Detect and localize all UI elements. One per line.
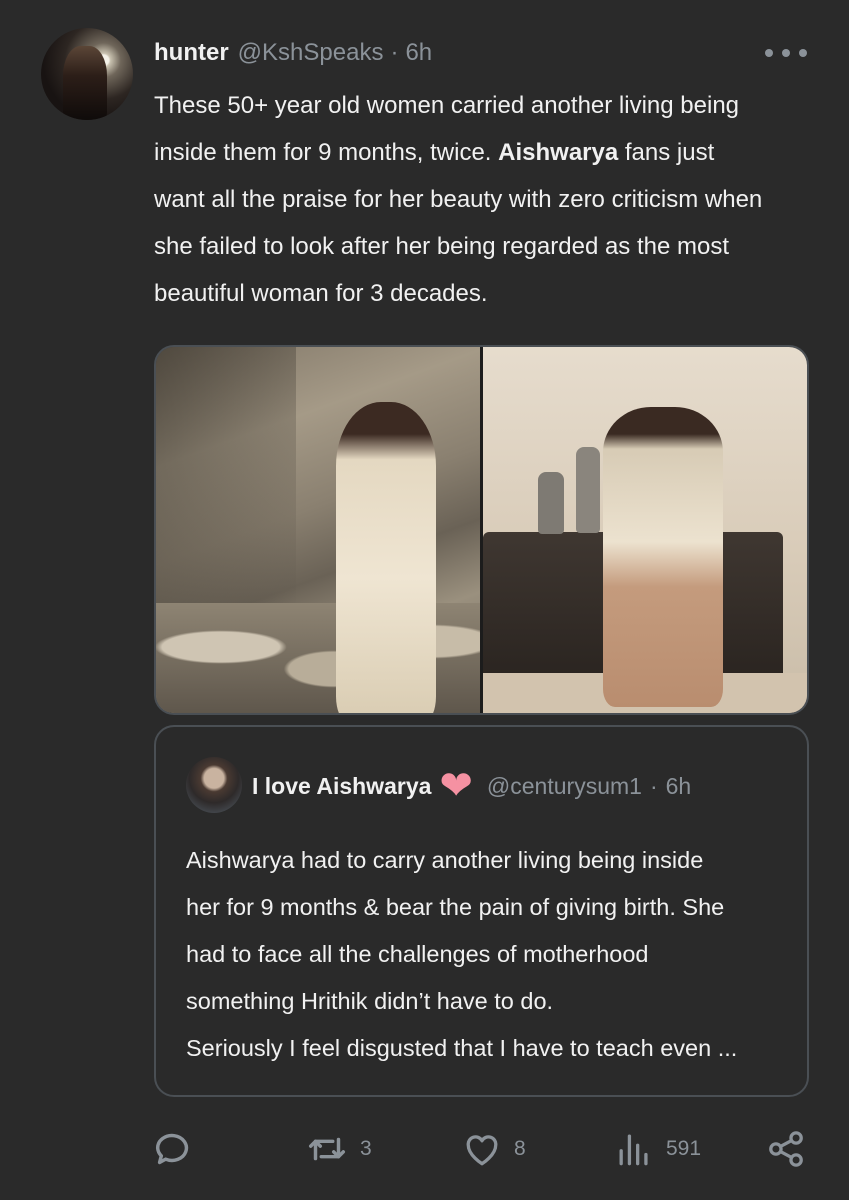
- quoted-tweet-time: 6h: [665, 772, 692, 799]
- heart-icon: [466, 1135, 498, 1166]
- tweet-text: These 50+ year old women carried another…: [154, 82, 819, 317]
- quoted-author-handle: @centurysum1: [486, 772, 642, 799]
- views-button[interactable]: 591: [612, 1125, 701, 1173]
- media-photo-2[interactable]: [483, 347, 807, 713]
- quoted-text-line: her for 9 months & bear the pain of givi…: [186, 894, 725, 920]
- views-icon: [619, 1134, 648, 1166]
- quoted-text-line: Aishwarya had to carry another living be…: [186, 847, 704, 873]
- reply-icon: [155, 1133, 189, 1165]
- tweet-text-segment: inside them for 9 months, twice.: [154, 139, 499, 166]
- tweet-actions: 3 8 591: [0, 1125, 849, 1175]
- tweet-text-line: inside them for 9 months, twice. Aishwar…: [154, 129, 819, 176]
- reply-button[interactable]: [150, 1125, 196, 1173]
- tweet-text-line: she failed to look after her being regar…: [154, 233, 730, 260]
- like-button[interactable]: 8: [460, 1125, 526, 1173]
- media-photo-1[interactable]: [156, 347, 480, 713]
- quoted-text-line: had to face all the challenges of mother…: [186, 941, 649, 967]
- retweet-count: 3: [360, 1137, 372, 1160]
- tweet-bold-word: Aishwarya: [498, 139, 619, 166]
- tweet-header: hunter @KshSpeaks · 6h: [154, 38, 432, 68]
- quoted-text-line: something Hrithik didn’t have to do.: [186, 988, 554, 1014]
- heart-emoji-icon: ❤: [439, 764, 473, 808]
- tweet-text-segment: fans just: [618, 139, 715, 166]
- tweet-text-line: These 50+ year old women carried another…: [154, 92, 740, 119]
- like-count: 8: [514, 1137, 526, 1160]
- tweet-time[interactable]: 6h: [405, 39, 432, 67]
- separator-dot: ·: [390, 39, 399, 66]
- tweet-media: [154, 345, 809, 715]
- separator-dot: ·: [649, 772, 658, 799]
- share-icon: [769, 1131, 803, 1167]
- view-count: 591: [666, 1137, 702, 1160]
- author-handle[interactable]: @KshSpeaks: [238, 39, 384, 67]
- quoted-tweet[interactable]: I love Aishwarya ❤ @centurysum1 · 6h Ais…: [154, 725, 809, 1097]
- share-button[interactable]: [764, 1125, 808, 1173]
- author-avatar[interactable]: [41, 28, 133, 120]
- quoted-tweet-header: I love Aishwarya ❤ @centurysum1 · 6h: [252, 766, 692, 806]
- author-name[interactable]: hunter: [154, 39, 229, 67]
- more-icon[interactable]: [765, 40, 807, 66]
- tweet-text-line: want all the praise for her beauty with …: [154, 186, 763, 213]
- retweet-button[interactable]: 3: [304, 1125, 372, 1173]
- quoted-tweet-text: Aishwarya had to carry another living be…: [186, 837, 796, 1072]
- retweet-icon: [308, 1137, 346, 1161]
- quoted-text-line: Seriously I feel disgusted that I have t…: [186, 1035, 738, 1061]
- quoted-author-avatar: [186, 757, 242, 813]
- tweet-text-line: beautiful woman for 3 decades.: [154, 280, 488, 307]
- quoted-author-name: I love Aishwarya: [252, 772, 432, 799]
